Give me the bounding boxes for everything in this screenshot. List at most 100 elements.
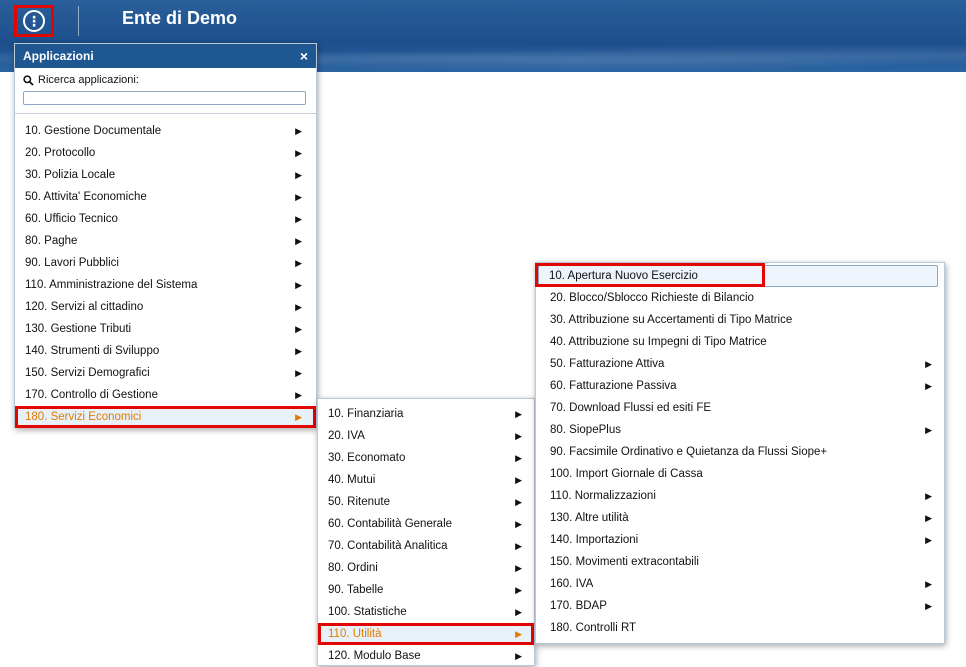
close-icon[interactable]: × [300,48,308,64]
app-item-paghe[interactable]: 80. Paghe ▶ [15,230,316,252]
menu-item-label: 130. Gestione Tributi [25,323,132,335]
menu-item-label: 140. Importazioni [550,534,639,546]
search-row: Ricerca applicazioni: [15,68,316,86]
menu-item-label: 150. Servizi Demografici [25,367,150,379]
utilita-item-altre-utilita[interactable]: 130. Altre utilità ▶ [536,507,944,529]
submenu-item-ritenute[interactable]: 50. Ritenute ▶ [318,491,534,513]
vertical-dots-icon: ⋮ [23,10,45,32]
app-item-amministrazione-sistema[interactable]: 110. Amministrazione del Sistema ▶ [15,274,316,296]
menu-item-label: 120. Modulo Base [328,650,421,662]
utilita-submenu: 10. Apertura Nuovo Esercizio 20. Blocco/… [535,262,945,644]
app-item-polizia-locale[interactable]: 30. Polizia Locale ▶ [15,164,316,186]
utilita-item-apertura-nuovo-esercizio[interactable]: 10. Apertura Nuovo Esercizio [538,265,938,287]
menu-item-label: 40. Attribuzione su Impegni di Tipo Matr… [550,336,767,348]
menu-item-label: 10. Apertura Nuovo Esercizio [549,270,698,282]
app-item-protocollo[interactable]: 20. Protocollo ▶ [15,142,316,164]
utilita-item-blocco-sblocco[interactable]: 20. Blocco/Sblocco Richieste di Bilancio [536,287,944,309]
chevron-right-icon: ▶ [295,368,302,378]
search-applications-input[interactable] [23,91,306,105]
menu-item-label: 110. Amministrazione del Sistema [25,279,198,291]
submenu-item-contabilita-analitica[interactable]: 70. Contabilità Analitica ▶ [318,535,534,557]
menu-item-label: 30. Attribuzione su Accertamenti di Tipo… [550,314,793,326]
menu-item-label: 130. Altre utilità [550,512,629,524]
menu-item-label: 70. Download Flussi ed esiti FE [550,402,712,414]
submenu-item-statistiche[interactable]: 100. Statistiche ▶ [318,601,534,623]
app-item-servizi-demografici[interactable]: 150. Servizi Demografici ▶ [15,362,316,384]
menu-item-label: 50. Ritenute [328,496,391,508]
app-item-attivita-economiche[interactable]: 50. Attivita' Economiche ▶ [15,186,316,208]
utilita-item-fatturazione-attiva[interactable]: 50. Fatturazione Attiva ▶ [536,353,944,375]
servizi-economici-submenu: 10. Finanziaria ▶ 20. IVA ▶ 30. Economato ▶… [317,398,535,666]
app-item-strumenti-sviluppo[interactable]: 140. Strumenti di Sviluppo ▶ [15,340,316,362]
menu-item-label: 60. Fatturazione Passiva [550,380,677,392]
menu-item-label: 150. Movimenti extracontabili [550,556,699,568]
chevron-right-icon: ▶ [295,236,302,246]
chevron-right-icon: ▶ [295,390,302,400]
submenu-item-tabelle[interactable]: 90. Tabelle ▶ [318,579,534,601]
chevron-right-icon: ▶ [515,585,522,595]
utilita-item-importazioni[interactable]: 140. Importazioni ▶ [536,529,944,551]
app-item-ufficio-tecnico[interactable]: 60. Ufficio Tecnico ▶ [15,208,316,230]
menu-item-label: 60. Ufficio Tecnico [25,213,118,225]
applications-list: 10. Gestione Documentale ▶ 20. Protocollo… [15,120,316,428]
chevron-right-icon: ▶ [925,579,932,589]
chevron-right-icon: ▶ [515,497,522,507]
chevron-right-icon: ▶ [515,453,522,463]
menu-item-label: 160. IVA [550,578,594,590]
chevron-right-icon: ▶ [515,541,522,551]
submenu-item-utilita[interactable]: 110. Utilità ▶ [318,623,534,645]
utilita-item-attribuzione-accertamenti[interactable]: 30. Attribuzione su Accertamenti di Tipo… [536,309,944,331]
utilita-item-bdap[interactable]: 170. BDAP ▶ [536,595,944,617]
chevron-right-icon: ▶ [295,302,302,312]
utilita-item-siopeplus[interactable]: 80. SiopePlus ▶ [536,419,944,441]
menu-item-label: 100. Import Giornale di Cassa [550,468,703,480]
chevron-right-icon: ▶ [925,491,932,501]
chevron-right-icon: ▶ [295,170,302,180]
utilita-item-fatturazione-passiva[interactable]: 60. Fatturazione Passiva ▶ [536,375,944,397]
utilita-item-import-giornale-cassa[interactable]: 100. Import Giornale di Cassa [536,463,944,485]
submenu-item-ordini[interactable]: 80. Ordini ▶ [318,557,534,579]
menu-item-label: 70. Contabilità Analitica [328,540,448,552]
chevron-right-icon: ▶ [515,607,522,617]
utilita-item-iva[interactable]: 160. IVA ▶ [536,573,944,595]
chevron-right-icon: ▶ [515,475,522,485]
utilita-item-facsimile-ordinativo[interactable]: 90. Facsimile Ordinativo e Quietanza da … [536,441,944,463]
utilita-item-attribuzione-impegni[interactable]: 40. Attribuzione su Impegni di Tipo Matr… [536,331,944,353]
submenu-item-finanziaria[interactable]: 10. Finanziaria ▶ [318,403,534,425]
utilita-item-movimenti-extracontabili[interactable]: 150. Movimenti extracontabili [536,551,944,573]
menu-item-label: 170. Controllo di Gestione [25,389,158,401]
menu-item-label: 20. Protocollo [25,147,96,159]
search-label: Ricerca applicazioni: [38,74,139,86]
submenu-item-contabilita-generale[interactable]: 60. Contabilità Generale ▶ [318,513,534,535]
chevron-right-icon: ▶ [515,629,522,639]
menu-item-label: 140. Strumenti di Sviluppo [25,345,160,357]
utilita-item-download-flussi[interactable]: 70. Download Flussi ed esiti FE [536,397,944,419]
main-menu-button[interactable]: ⋮ [14,5,54,37]
app-item-servizi-cittadino[interactable]: 120. Servizi al cittadino ▶ [15,296,316,318]
submenu-item-mutui[interactable]: 40. Mutui ▶ [318,469,534,491]
submenu-item-iva[interactable]: 20. IVA ▶ [318,425,534,447]
chevron-right-icon: ▶ [295,192,302,202]
menu-item-label: 110. Utilità [328,628,382,640]
utilita-item-normalizzazioni[interactable]: 110. Normalizzazioni ▶ [536,485,944,507]
app-item-lavori-pubblici[interactable]: 90. Lavori Pubblici ▶ [15,252,316,274]
chevron-right-icon: ▶ [925,425,932,435]
menu-item-label: 80. Paghe [25,235,78,247]
app-item-controllo-gestione[interactable]: 170. Controllo di Gestione ▶ [15,384,316,406]
chevron-right-icon: ▶ [515,519,522,529]
header-divider [78,6,79,36]
menu-item-label: 90. Facsimile Ordinativo e Quietanza da … [550,446,828,458]
app-item-gestione-documentale[interactable]: 10. Gestione Documentale ▶ [15,120,316,142]
app-item-gestione-tributi[interactable]: 130. Gestione Tributi ▶ [15,318,316,340]
chevron-right-icon: ▶ [295,258,302,268]
divider [15,113,316,114]
app-item-servizi-economici[interactable]: 180. Servizi Economici ▶ [15,406,316,428]
menu-item-label: 90. Tabelle [328,584,384,596]
submenu-item-modulo-base[interactable]: 120. Modulo Base ▶ [318,645,534,667]
chevron-right-icon: ▶ [295,346,302,356]
menu-item-label: 40. Mutui [328,474,376,486]
menu-item-label: 90. Lavori Pubblici [25,257,119,269]
chevron-right-icon: ▶ [515,651,522,661]
submenu-item-economato[interactable]: 30. Economato ▶ [318,447,534,469]
utilita-item-controlli-rt[interactable]: 180. Controlli RT [536,617,944,639]
